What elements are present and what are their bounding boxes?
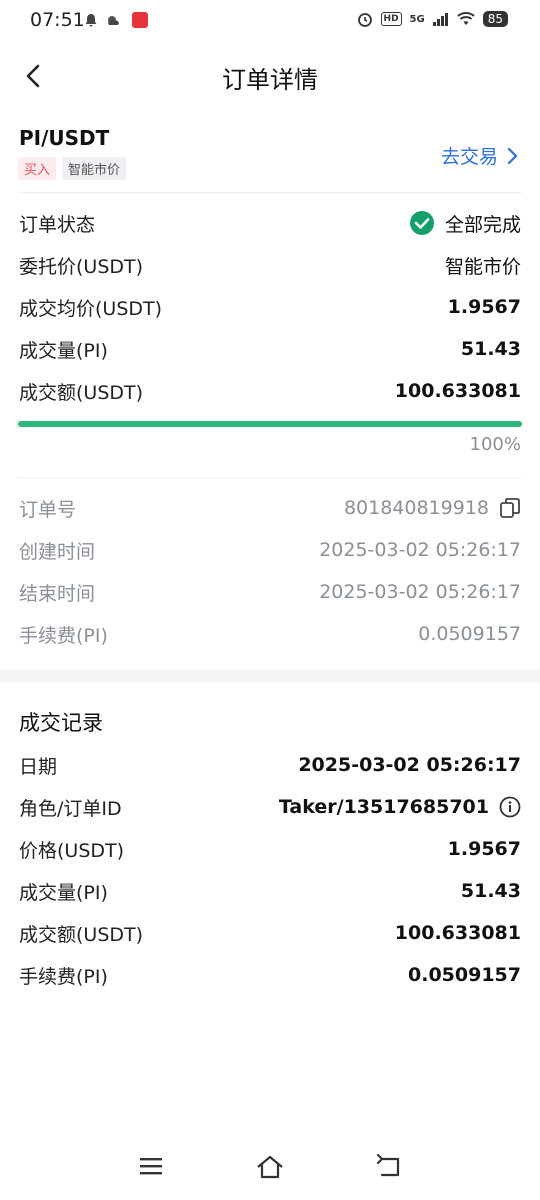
row-end-time: 结束时间 2025-03-02 05:26:17 — [19, 577, 521, 607]
row-label: 成交均价(USDT) — [19, 297, 163, 320]
row-label: 成交量(PI) — [19, 881, 108, 904]
row-value: 100.633081 — [394, 380, 521, 402]
row-label: 日期 — [19, 755, 58, 778]
divider — [18, 477, 522, 478]
row-value: 1.9567 — [447, 296, 521, 318]
row-value: 0.0509157 — [418, 623, 521, 645]
trade-records-title: 成交记录 — [19, 711, 103, 735]
trade-row-price: 价格(USDT) 1.9567 — [19, 834, 521, 864]
battery-indicator: 85 — [482, 11, 508, 27]
trade-row-date: 日期 2025-03-02 05:26:17 — [19, 750, 521, 780]
side-tag: 买入 — [18, 157, 57, 180]
row-value: 100.633081 — [394, 922, 521, 944]
row-value: 全部完成 — [444, 213, 521, 236]
copy-icon[interactable] — [499, 497, 521, 519]
weather-icon — [108, 16, 119, 25]
row-label: 订单号 — [19, 498, 77, 521]
order-type-tag: 智能市价 — [62, 157, 127, 180]
row-label: 成交额(USDT) — [19, 923, 144, 946]
network-label: 5G — [409, 13, 425, 25]
system-nav-bar — [0, 1150, 540, 1190]
trading-pair: PI/USDT — [19, 126, 110, 150]
row-order-status: 订单状态 全部完成 — [19, 208, 521, 238]
row-avg-price: 成交均价(USDT) 1.9567 — [19, 292, 521, 322]
go-trade-link[interactable]: 去交易 — [441, 142, 518, 169]
bell-icon — [85, 14, 97, 27]
fill-percent: 100% — [469, 434, 521, 455]
row-fee: 手续费(PI) 0.0509157 — [19, 619, 521, 649]
row-value: 2025-03-02 05:26:17 — [319, 539, 521, 561]
hd-badge: HD — [380, 12, 402, 26]
row-value: 51.43 — [460, 338, 521, 360]
divider — [18, 192, 522, 193]
home-icon[interactable] — [255, 1154, 285, 1180]
row-filled-amount: 成交额(USDT) 100.633081 — [19, 376, 521, 406]
row-label: 成交额(USDT) — [19, 381, 144, 404]
row-value: 2025-03-02 05:26:17 — [298, 754, 521, 776]
row-label: 委托价(USDT) — [19, 255, 144, 278]
status-time: 07:51 — [30, 9, 85, 31]
row-created-time: 创建时间 2025-03-02 05:26:17 — [19, 535, 521, 565]
row-value: 0.0509157 — [408, 964, 521, 986]
row-value: Taker/13517685701 — [278, 796, 489, 818]
row-order-id: 订单号 801840819918 — [19, 493, 521, 523]
go-trade-label: 去交易 — [440, 146, 498, 168]
section-separator — [0, 670, 540, 682]
row-filled-qty: 成交量(PI) 51.43 — [19, 334, 521, 364]
menu-icon[interactable] — [138, 1154, 164, 1178]
row-label: 手续费(PI) — [19, 624, 108, 647]
trade-row-qty: 成交量(PI) 51.43 — [19, 876, 521, 906]
row-label: 手续费(PI) — [19, 965, 108, 988]
fill-progress-bar — [18, 421, 522, 427]
status-right: HD 5G 85 — [357, 11, 508, 27]
row-label: 价格(USDT) — [19, 839, 125, 862]
row-value: 51.43 — [460, 880, 521, 902]
info-icon[interactable] — [499, 796, 521, 818]
trade-row-amount: 成交额(USDT) 100.633081 — [19, 918, 521, 948]
signal-icon — [432, 13, 448, 26]
chevron-right-icon — [507, 147, 518, 164]
row-value: 1.9567 — [447, 838, 521, 860]
trade-row-role: 角色/订单ID Taker/13517685701 — [19, 792, 521, 822]
status-bar: 07:51 HD 5G 85 — [0, 0, 540, 42]
notification-icons — [84, 12, 148, 28]
page-title: 订单详情 — [222, 66, 318, 94]
trade-row-fee: 手续费(PI) 0.0509157 — [19, 960, 521, 990]
row-order-price: 委托价(USDT) 智能市价 — [19, 250, 521, 280]
back-nav-icon[interactable] — [376, 1154, 404, 1180]
row-label: 角色/订单ID — [19, 797, 122, 820]
row-value: 2025-03-02 05:26:17 — [319, 581, 521, 603]
nav-bar: 订单详情 — [0, 48, 540, 104]
row-label: 结束时间 — [19, 582, 96, 605]
check-circle-icon — [409, 211, 434, 235]
wifi-icon — [457, 12, 475, 25]
row-label: 创建时间 — [19, 540, 96, 563]
row-label: 成交量(PI) — [19, 339, 108, 362]
row-label: 订单状态 — [19, 213, 96, 236]
app-notification-icon — [132, 12, 148, 28]
row-value: 801840819918 — [343, 497, 489, 519]
alarm-icon — [357, 13, 372, 27]
row-value: 智能市价 — [444, 255, 521, 278]
order-tags: 买入 智能市价 — [18, 157, 127, 180]
